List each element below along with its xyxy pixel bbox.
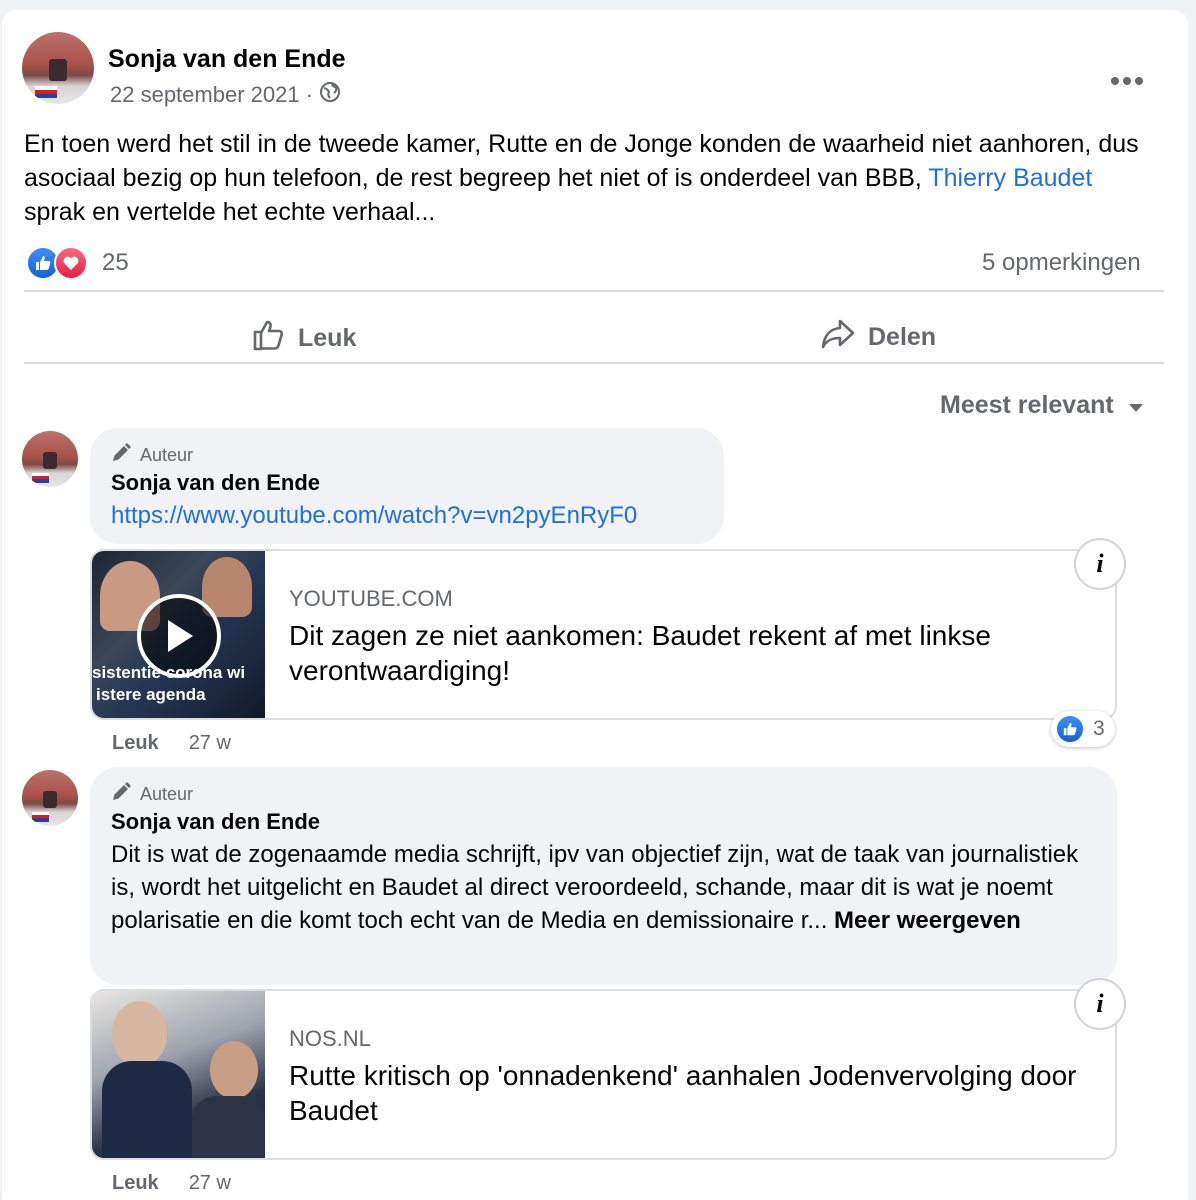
post-date-row: 22 september 2021 · bbox=[110, 81, 341, 109]
see-more-link[interactable]: Meer weergeven bbox=[827, 907, 1021, 934]
comment-avatar[interactable] bbox=[22, 770, 78, 826]
sort-label: Meest relevant bbox=[940, 391, 1114, 419]
preview-title: Dit zagen ze niet aankomen: Baudet reken… bbox=[289, 620, 991, 686]
comment-reaction-count: 3 bbox=[1093, 717, 1105, 740]
globe-icon bbox=[319, 81, 341, 109]
comment-link[interactable]: https://www.youtube.com/watch?v=vn2pyEnR… bbox=[111, 502, 637, 530]
info-icon[interactable]: i bbox=[1074, 978, 1126, 1030]
comment-bubble: Auteur Sonja van den Ende https://www.yo… bbox=[90, 428, 724, 544]
author-badge: Auteur bbox=[110, 442, 193, 469]
date-separator: · bbox=[305, 82, 313, 107]
thumb-figure bbox=[112, 1001, 167, 1067]
divider bbox=[24, 362, 1164, 364]
info-icon[interactable]: i bbox=[1074, 538, 1126, 590]
post-text: En toen werd het stil in de tweede kamer… bbox=[24, 127, 1154, 229]
thumb-figure bbox=[210, 1041, 258, 1099]
author-badge-label: Auteur bbox=[140, 784, 194, 804]
share-icon bbox=[820, 318, 856, 357]
comment-actions: Leuk 27 w bbox=[112, 1172, 231, 1195]
thumb-figure bbox=[102, 1061, 192, 1158]
post-text-part2: sprak en vertelde het echte verhaal... bbox=[24, 198, 436, 226]
pencil-icon bbox=[110, 781, 132, 808]
divider bbox=[24, 290, 1164, 292]
comment-author[interactable]: Sonja van den Ende bbox=[111, 470, 320, 496]
comment-avatar[interactable] bbox=[22, 431, 78, 487]
preview-title: Rutte kritisch op 'onnadenkend' aanhalen… bbox=[289, 1060, 1077, 1126]
preview-source: NOS.NL bbox=[289, 1026, 371, 1051]
more-icon[interactable] bbox=[1110, 60, 1144, 94]
preview-source: YOUTUBE.COM bbox=[289, 586, 453, 611]
comment-bubble: Auteur Sonja van den Ende Dit is wat de … bbox=[90, 767, 1117, 985]
thumb-caption: istere agenda bbox=[96, 685, 206, 704]
share-label: Delen bbox=[868, 323, 937, 351]
thumb-caption: sistentie corona wi bbox=[92, 663, 246, 682]
post-author-name[interactable]: Sonja van den Ende bbox=[108, 45, 346, 74]
share-button[interactable]: Delen bbox=[820, 318, 936, 357]
comment-age[interactable]: 27 w bbox=[189, 732, 231, 755]
reaction-count: 25 bbox=[102, 249, 129, 276]
comment-age[interactable]: 27 w bbox=[189, 1172, 231, 1195]
video-thumbnail[interactable]: sistentie corona wi istere agenda bbox=[92, 551, 265, 718]
comment-author[interactable]: Sonja van den Ende bbox=[111, 809, 320, 835]
article-thumbnail bbox=[92, 991, 265, 1158]
post-date[interactable]: 22 september 2021 bbox=[110, 82, 300, 108]
post-avatar[interactable] bbox=[22, 32, 94, 104]
like-reaction-icon bbox=[1055, 714, 1085, 744]
thumbs-up-icon bbox=[252, 318, 286, 359]
post-card: Sonja van den Ende 22 september 2021 · E… bbox=[2, 10, 1188, 1200]
comment-reactions[interactable]: 3 bbox=[1051, 711, 1115, 747]
thumb-figure bbox=[192, 1096, 265, 1158]
author-badge: Auteur bbox=[110, 781, 193, 808]
sort-dropdown[interactable]: Meest relevant bbox=[940, 391, 1144, 420]
caret-down-icon bbox=[1128, 391, 1144, 420]
comments-count[interactable]: 5 opmerkingen bbox=[982, 249, 1141, 277]
like-label: Leuk bbox=[298, 324, 357, 352]
comment-text: Dit is wat de zogenaamde media schrijft,… bbox=[111, 838, 1091, 937]
link-preview-card[interactable]: NOS.NL Rutte kritisch op 'onnadenkend' a… bbox=[90, 989, 1117, 1160]
like-button[interactable]: Leuk bbox=[252, 318, 356, 359]
comment-like-button[interactable]: Leuk bbox=[112, 1172, 159, 1195]
mention-link[interactable]: Thierry Baudet bbox=[928, 164, 1092, 192]
pencil-icon bbox=[110, 442, 132, 469]
comment-actions: Leuk 27 w bbox=[112, 732, 231, 755]
link-preview-card[interactable]: sistentie corona wi istere agenda YOUTUB… bbox=[90, 549, 1117, 720]
author-badge-label: Auteur bbox=[140, 445, 194, 465]
reactions-summary[interactable]: 25 bbox=[26, 246, 129, 280]
comment-like-button[interactable]: Leuk bbox=[112, 732, 159, 755]
love-reaction-icon bbox=[54, 246, 88, 280]
